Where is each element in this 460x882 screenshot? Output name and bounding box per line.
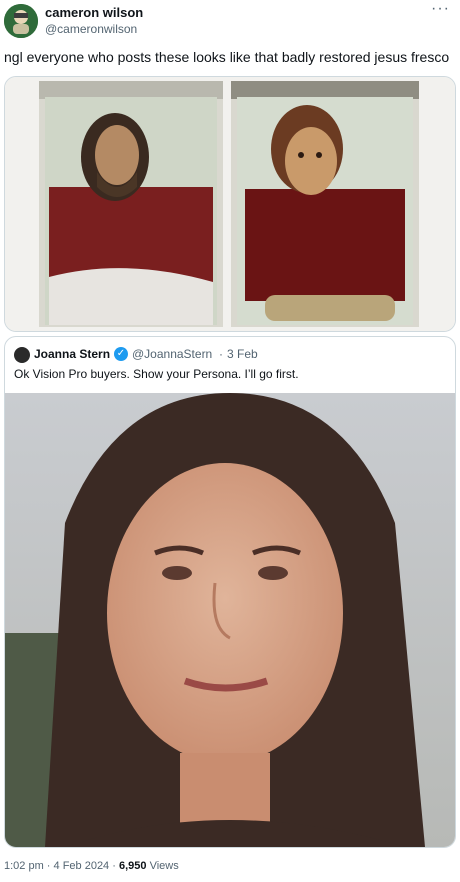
- timestamp[interactable]: 1:02 pm · 4 Feb 2024: [4, 860, 109, 872]
- meta-separator: ·: [112, 860, 116, 872]
- persona-image[interactable]: [5, 393, 455, 847]
- author-name[interactable]: cameron wilson: [45, 5, 143, 20]
- more-options-icon[interactable]: ···: [431, 0, 450, 18]
- quoted-date[interactable]: 3 Feb: [227, 347, 258, 361]
- verified-badge-icon: ✓: [114, 347, 128, 361]
- quoted-tweet[interactable]: Joanna Stern ✓ @JoannaStern · 3 Feb Ok V…: [4, 336, 456, 848]
- quoted-tweet-text: Ok Vision Pro buyers. Show your Persona.…: [14, 367, 299, 381]
- tweet-media-image[interactable]: [4, 76, 456, 332]
- avatar[interactable]: [4, 4, 38, 38]
- quoted-author-name[interactable]: Joanna Stern: [34, 347, 110, 361]
- persona-portrait: [5, 393, 455, 847]
- fresco-comparison-image: [5, 77, 455, 331]
- quoted-avatar[interactable]: [14, 347, 30, 363]
- author-handle[interactable]: @cameronwilson: [45, 22, 137, 36]
- tweet-text: ngl everyone who posts these looks like …: [4, 49, 450, 65]
- views-count: 6,950: [118, 860, 147, 872]
- tweet-meta: 1:02 pm · 4 Feb 2024 · 6,950 Views: [4, 860, 179, 872]
- quoted-separator: ·: [219, 347, 223, 361]
- views-label: Views: [149, 860, 179, 872]
- quoted-author-handle[interactable]: @JoannaStern: [132, 347, 212, 361]
- avatar-image: [4, 4, 38, 38]
